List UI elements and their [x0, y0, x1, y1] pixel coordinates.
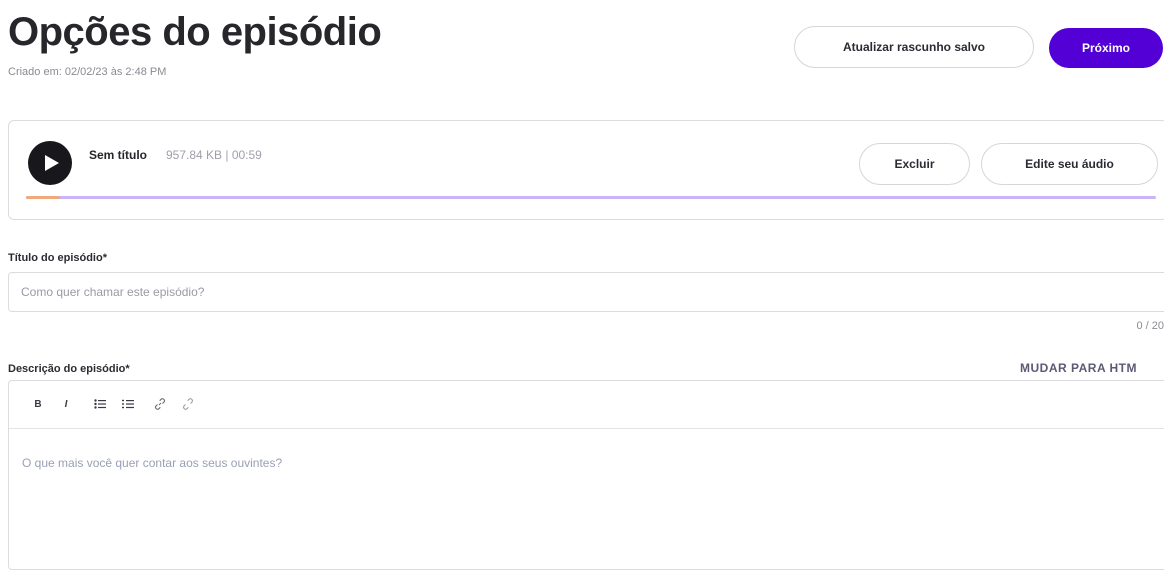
created-timestamp: Criado em: 02/02/23 às 2:48 PM	[8, 66, 167, 78]
bold-button[interactable]: B	[28, 394, 48, 414]
bulleted-list-button[interactable]	[90, 394, 110, 414]
save-draft-button[interactable]: Atualizar rascunho salvo	[794, 26, 1034, 68]
delete-audio-button[interactable]: Excluir	[859, 143, 970, 185]
unlink-button[interactable]	[178, 394, 198, 414]
description-placeholder: O que mais você quer contar aos seus ouv…	[22, 456, 283, 470]
edit-audio-button[interactable]: Edite seu áudio	[981, 143, 1158, 185]
audio-meta: 957.84 KB | 00:59	[166, 148, 262, 162]
play-button[interactable]	[28, 141, 72, 185]
audio-title: Sem título	[89, 148, 148, 162]
episode-title-label: Título do episódio*	[8, 252, 107, 264]
link-icon	[155, 398, 165, 410]
next-button[interactable]: Próximo	[1049, 28, 1163, 68]
italic-button[interactable]: I	[56, 394, 76, 414]
title-char-counter: 0 / 20	[1136, 320, 1164, 332]
link-button[interactable]	[150, 394, 170, 414]
page-title: Opções do episódio	[8, 10, 382, 54]
episode-title-input[interactable]: Como quer chamar este episódio?	[8, 272, 1164, 312]
episode-description-label: Descrição do episódio*	[8, 363, 130, 375]
switch-to-html-link[interactable]: MUDAR PARA HTM	[1020, 361, 1137, 375]
bulleted-list-icon	[94, 399, 106, 409]
numbered-list-button[interactable]	[118, 394, 138, 414]
play-icon	[45, 155, 59, 171]
numbered-list-icon	[122, 399, 134, 409]
toolbar-divider	[9, 428, 1164, 429]
unlink-icon	[183, 398, 193, 410]
audio-progress-fill	[26, 196, 60, 199]
audio-progress-track[interactable]	[26, 196, 1156, 199]
